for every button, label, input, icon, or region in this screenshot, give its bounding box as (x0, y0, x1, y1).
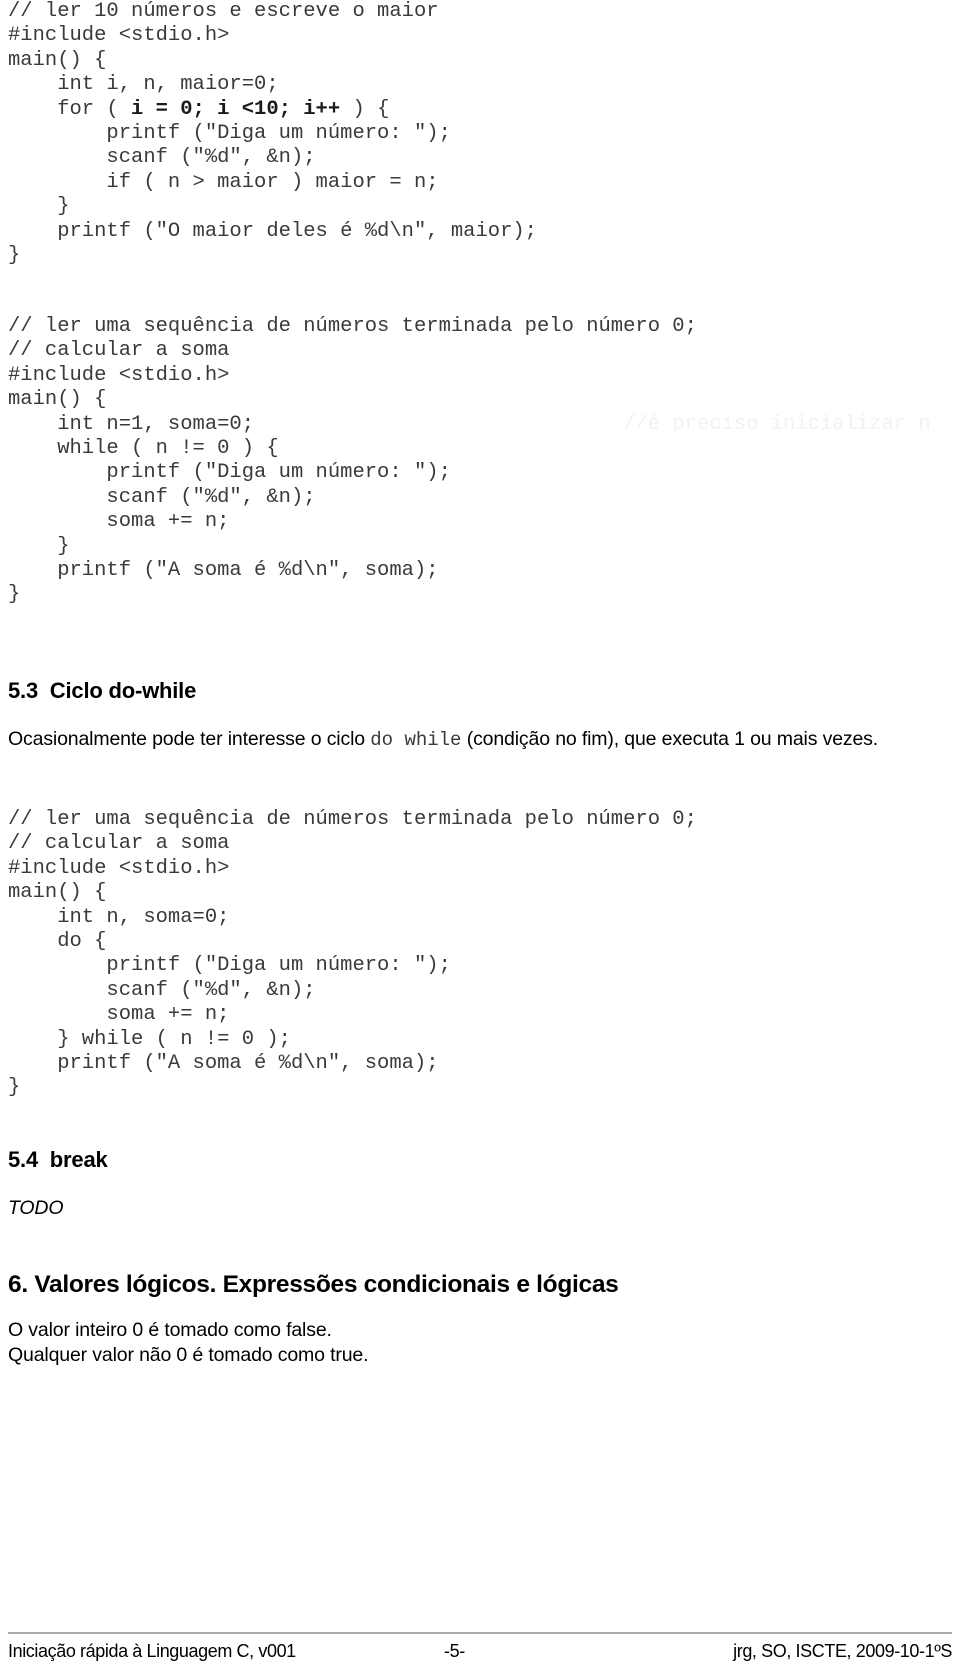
code-line: if ( n > maior ) maior = n; (8, 170, 439, 194)
code-line: #include <stdio.h> (8, 24, 230, 48)
code-line: int n=1, soma=0; //é preciso inicializar… (8, 412, 931, 436)
code-line: printf ("A soma é %d\n", soma); (8, 1052, 439, 1076)
code-line: printf ("Diga um número: "); (8, 461, 451, 485)
heading-5-3-ciclo-do-while: 5.3 Ciclo do-while (8, 678, 197, 703)
code-line: } (8, 534, 70, 558)
code-line: do { (8, 930, 107, 954)
code-line: scanf ("%d", &n); (8, 978, 316, 1002)
code-line: while ( n != 0 ) { (8, 437, 279, 461)
heading-5-4-break: 5.4 break (8, 1147, 108, 1172)
footer-author: jrg, SO, ISCTE, 2009-10-1ºS (733, 1641, 952, 1661)
code-line: int i, n, maior=0; (8, 73, 279, 97)
code-line: printf ("A soma é %d\n", soma); (8, 559, 439, 583)
code-line: // calcular a soma (8, 832, 230, 856)
code-block-soma-while: // ler uma sequência de números terminad… (8, 315, 931, 608)
paragraph-do-while-part1: Ocasionalmente pode ter interesse o cicl… (8, 728, 371, 750)
code-faint-comment: //é preciso inicializar n (623, 412, 931, 436)
document-page: // ler 10 números e escreve o maior #incl… (0, 0, 960, 1673)
code-block-maior-de-10-numeros: // ler 10 números e escreve o maior #incl… (8, 0, 537, 268)
code-line: main() { (8, 388, 107, 412)
paragraph-do-while-part2: (condição no fim), que executa 1 ou mais… (461, 728, 879, 750)
paragraph-do-while: Ocasionalmente pode ter interesse o cicl… (8, 727, 888, 753)
code-line: printf ("Diga um número: "); (8, 954, 451, 978)
code-line: // ler uma sequência de números terminad… (8, 808, 697, 831)
code-line: for ( i = 0; i <10; i++ ) { (8, 97, 390, 121)
code-line: #include <stdio.h> (8, 856, 230, 880)
code-line: printf ("O maior deles é %d\n", maior); (8, 219, 537, 243)
code-line: } (8, 583, 21, 607)
paragraph-boolean-values: O valor inteiro 0 é tomado como false. Qu… (8, 1318, 708, 1368)
code-emphasis: i = 0; i <10; i++ (131, 97, 341, 121)
code-line: scanf ("%d", &n); (8, 146, 316, 170)
inline-code-do-while: do while (370, 729, 462, 751)
code-block-soma-do-while: // ler uma sequência de números terminad… (8, 808, 697, 1101)
code-line: printf ("Diga um número: "); (8, 122, 451, 146)
code-line: // ler uma sequência de números terminad… (8, 315, 697, 338)
code-line: int n, soma=0; (8, 905, 230, 929)
code-line: } (8, 244, 21, 268)
heading-6-valores-logicos: 6. Valores lógicos. Expressões condicion… (8, 1271, 619, 1298)
paragraph-boolean-line2: Qualquer valor não 0 é tomado como true. (8, 1344, 369, 1366)
code-line: // ler 10 números e escreve o maior (8, 0, 439, 23)
code-line: } (8, 195, 70, 219)
paragraph-todo: TODO (8, 1197, 64, 1219)
code-line: } (8, 1076, 21, 1100)
code-line: soma += n; (8, 1003, 230, 1027)
footer-title: Iniciação rápida à Linguagem C, v001 (8, 1641, 296, 1661)
paragraph-boolean-line1: O valor inteiro 0 é tomado como false. (8, 1319, 332, 1341)
code-line: main() { (8, 881, 107, 905)
code-line: soma += n; (8, 510, 230, 534)
code-line: } while ( n != 0 ); (8, 1027, 291, 1051)
footer-page-number: -5- (444, 1641, 465, 1661)
code-line: // calcular a soma (8, 339, 230, 363)
code-line: main() { (8, 48, 107, 72)
code-line: scanf ("%d", &n); (8, 485, 316, 509)
footer-divider (8, 1632, 952, 1634)
page-footer: Iniciação rápida à Linguagem C, v001 -5-… (8, 1641, 952, 1662)
code-line: #include <stdio.h> (8, 363, 230, 387)
